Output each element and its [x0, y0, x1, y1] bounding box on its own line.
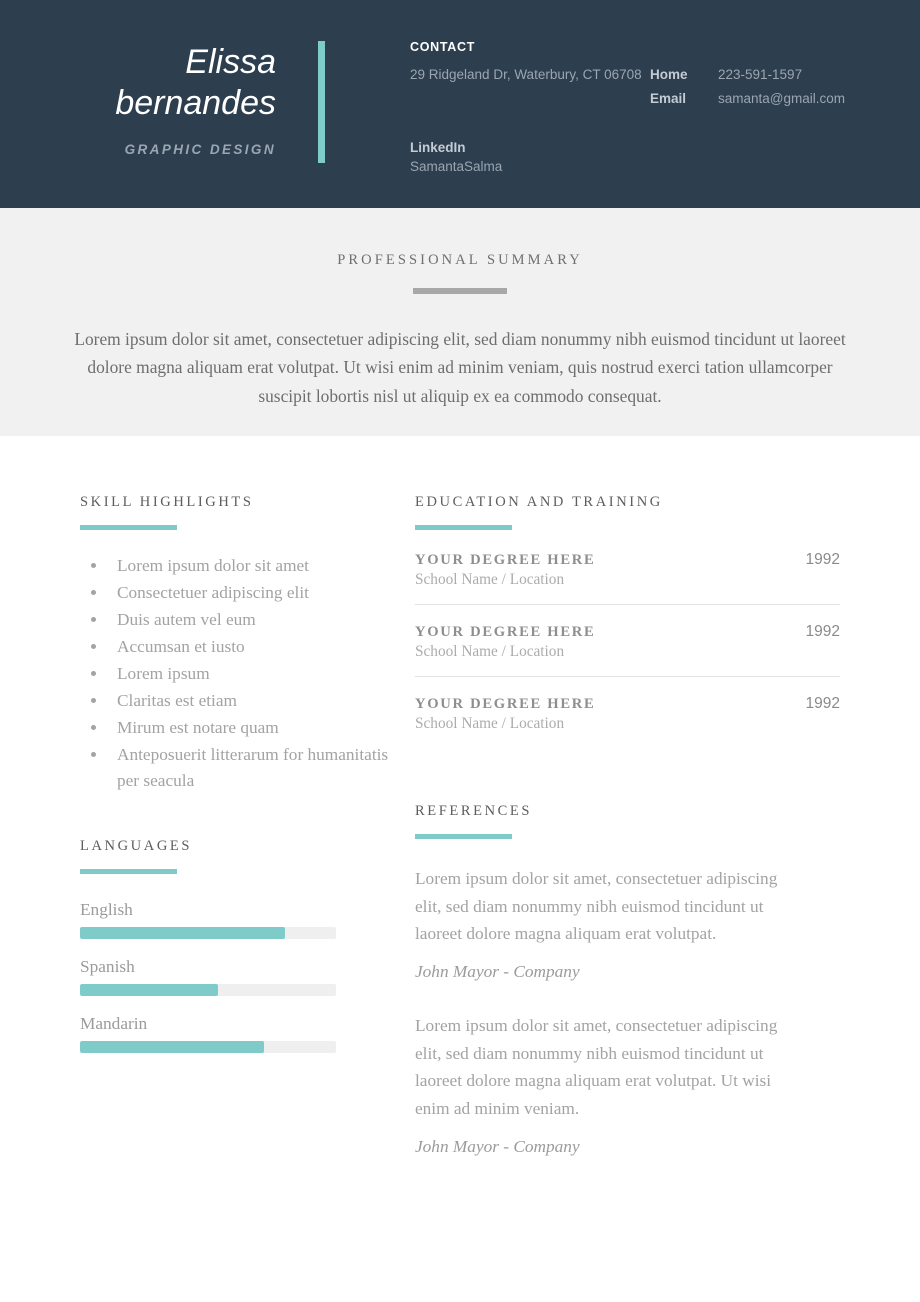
resume-body: SKILL HIGHLIGHTS Lorem ipsum dolor sit a…	[0, 436, 920, 1184]
list-item: Mandarin	[80, 1014, 414, 1054]
reference-author: John Mayor - Company	[415, 1136, 580, 1156]
contact-details: 29 Ridgeland Dr, Waterbury, CT 06708 Hom…	[410, 64, 920, 111]
education-section: EDUCATION AND TRAINING YOUR DEGREE HERE …	[415, 494, 840, 748]
bullet-icon	[91, 616, 96, 622]
list-item: Anteposuerit litterarum for humanitatis …	[80, 742, 414, 794]
list-item: YOUR DEGREE HERE 1992 School Name / Loca…	[415, 604, 840, 676]
language-label: Mandarin	[80, 1014, 148, 1034]
education-header-row: YOUR DEGREE HERE 1992	[415, 623, 840, 641]
degree-title: YOUR DEGREE HERE	[415, 624, 596, 640]
skill-label: Anteposuerit litterarum for humanitatis …	[117, 744, 389, 790]
language-progress-track	[80, 1041, 336, 1054]
education-heading: EDUCATION AND TRAINING	[415, 494, 663, 510]
identity-block: Elissa bernandes GRAPHIC DESIGN	[0, 0, 318, 157]
list-item: Lorem ipsum dolor sit amet, consectetuer…	[415, 1012, 840, 1157]
degree-title: YOUR DEGREE HERE	[415, 552, 596, 568]
resume-page: Elissa bernandes GRAPHIC DESIGN CONTACT …	[0, 0, 920, 1302]
contact-email-label: Email	[650, 91, 687, 107]
contact-block: CONTACT 29 Ridgeland Dr, Waterbury, CT 0…	[325, 0, 920, 176]
candidate-role: GRAPHIC DESIGN	[124, 141, 276, 157]
bullet-icon	[91, 670, 96, 676]
language-list: English Spanish Mandarin	[80, 900, 414, 1054]
skill-label: Mirum est notare quam	[117, 717, 279, 737]
right-column: EDUCATION AND TRAINING YOUR DEGREE HERE …	[414, 494, 840, 1184]
languages-divider	[80, 869, 177, 875]
language-progress-track	[80, 927, 336, 940]
skill-highlights-section: SKILL HIGHLIGHTS Lorem ipsum dolor sit a…	[80, 494, 414, 793]
summary-text: Lorem ipsum dolor sit amet, consectetuer…	[74, 329, 846, 406]
candidate-name: Elissa bernandes	[115, 43, 276, 123]
list-item: English	[80, 900, 414, 940]
bullet-icon	[91, 724, 96, 730]
bullet-icon	[91, 697, 96, 703]
bullet-icon	[91, 589, 96, 595]
professional-summary-section: PROFESSIONAL SUMMARY Lorem ipsum dolor s…	[0, 208, 920, 436]
contact-heading: CONTACT	[410, 40, 476, 54]
linkedin-block[interactable]: LinkedIn SamantaSalma	[410, 138, 920, 176]
left-column: SKILL HIGHLIGHTS Lorem ipsum dolor sit a…	[80, 494, 414, 1184]
linkedin-handle[interactable]: SamantaSalma	[410, 157, 920, 176]
school-name: School Name / Location	[415, 643, 565, 660]
education-list: YOUR DEGREE HERE 1992 School Name / Loca…	[415, 551, 840, 748]
list-item: Consectetuer adipiscing elit	[80, 580, 414, 606]
school-name: School Name / Location	[415, 571, 565, 588]
skill-label: Accumsan et iusto	[117, 636, 245, 656]
list-item: Accumsan et iusto	[80, 634, 414, 660]
education-divider	[415, 525, 512, 530]
header-accent-divider	[318, 41, 325, 163]
skill-label: Claritas est etiam	[117, 690, 237, 710]
contact-home-label: Home	[650, 67, 688, 82]
skill-label: Lorem ipsum	[117, 663, 210, 683]
reference-text: Lorem ipsum dolor sit amet, consectetuer…	[415, 1016, 778, 1119]
list-item: Duis autem vel eum	[80, 607, 414, 633]
references-heading: REFERENCES	[415, 803, 533, 819]
skills-heading: SKILL HIGHLIGHTS	[80, 494, 254, 510]
bullet-icon	[91, 751, 96, 757]
reference-author: John Mayor - Company	[415, 962, 580, 982]
skill-label: Lorem ipsum dolor sit amet	[117, 556, 309, 575]
resume-header: Elissa bernandes GRAPHIC DESIGN CONTACT …	[0, 0, 920, 208]
contact-home-value[interactable]: 223-591-1597	[718, 64, 845, 86]
school-name: School Name / Location	[415, 715, 565, 732]
reference-text: Lorem ipsum dolor sit amet, consectetuer…	[415, 869, 778, 944]
contact-pairs: Home 223-591-1597 Email samanta@gmail.co…	[650, 64, 845, 111]
list-item: Lorem ipsum	[80, 661, 414, 687]
references-divider	[415, 834, 512, 839]
language-progress-fill	[80, 984, 219, 997]
linkedin-label: LinkedIn	[410, 139, 466, 155]
skills-divider	[80, 525, 177, 530]
bullet-icon	[91, 563, 96, 568]
degree-year: 1992	[805, 551, 840, 568]
list-item: Lorem ipsum dolor sit amet, consectetuer…	[415, 865, 840, 982]
list-item: YOUR DEGREE HERE 1992 School Name / Loca…	[415, 551, 840, 604]
list-item: Mirum est notare quam	[80, 715, 414, 741]
degree-year: 1992	[805, 695, 840, 712]
language-label: English	[80, 900, 133, 920]
languages-section: LANGUAGES English Spanish Mandarin	[80, 838, 414, 1054]
list-item: Spanish	[80, 957, 414, 997]
references-section: REFERENCES Lorem ipsum dolor sit amet, c…	[415, 803, 840, 1157]
language-progress-track	[80, 984, 336, 997]
list-item: Lorem ipsum dolor sit amet	[80, 553, 414, 579]
language-progress-fill	[80, 927, 285, 940]
skill-label: Consectetuer adipiscing elit	[117, 582, 309, 602]
reference-list: Lorem ipsum dolor sit amet, consectetuer…	[415, 865, 840, 1157]
education-header-row: YOUR DEGREE HERE 1992	[415, 551, 840, 569]
contact-email-value[interactable]: samanta@gmail.com	[718, 88, 845, 110]
degree-title: YOUR DEGREE HERE	[415, 696, 596, 712]
summary-heading: PROFESSIONAL SUMMARY	[337, 252, 583, 268]
language-label: Spanish	[80, 957, 135, 977]
contact-address: 29 Ridgeland Dr, Waterbury, CT 06708	[410, 67, 642, 82]
language-progress-fill	[80, 1041, 265, 1054]
skill-label: Duis autem vel eum	[117, 609, 256, 629]
languages-heading: LANGUAGES	[80, 838, 193, 855]
summary-divider	[413, 288, 507, 294]
education-header-row: YOUR DEGREE HERE 1992	[415, 695, 840, 713]
skill-list: Lorem ipsum dolor sit amet Consectetuer …	[80, 553, 414, 793]
list-item: Claritas est etiam	[80, 688, 414, 714]
bullet-icon	[91, 643, 96, 649]
degree-year: 1992	[805, 623, 840, 640]
list-item: YOUR DEGREE HERE 1992 School Name / Loca…	[415, 676, 840, 748]
